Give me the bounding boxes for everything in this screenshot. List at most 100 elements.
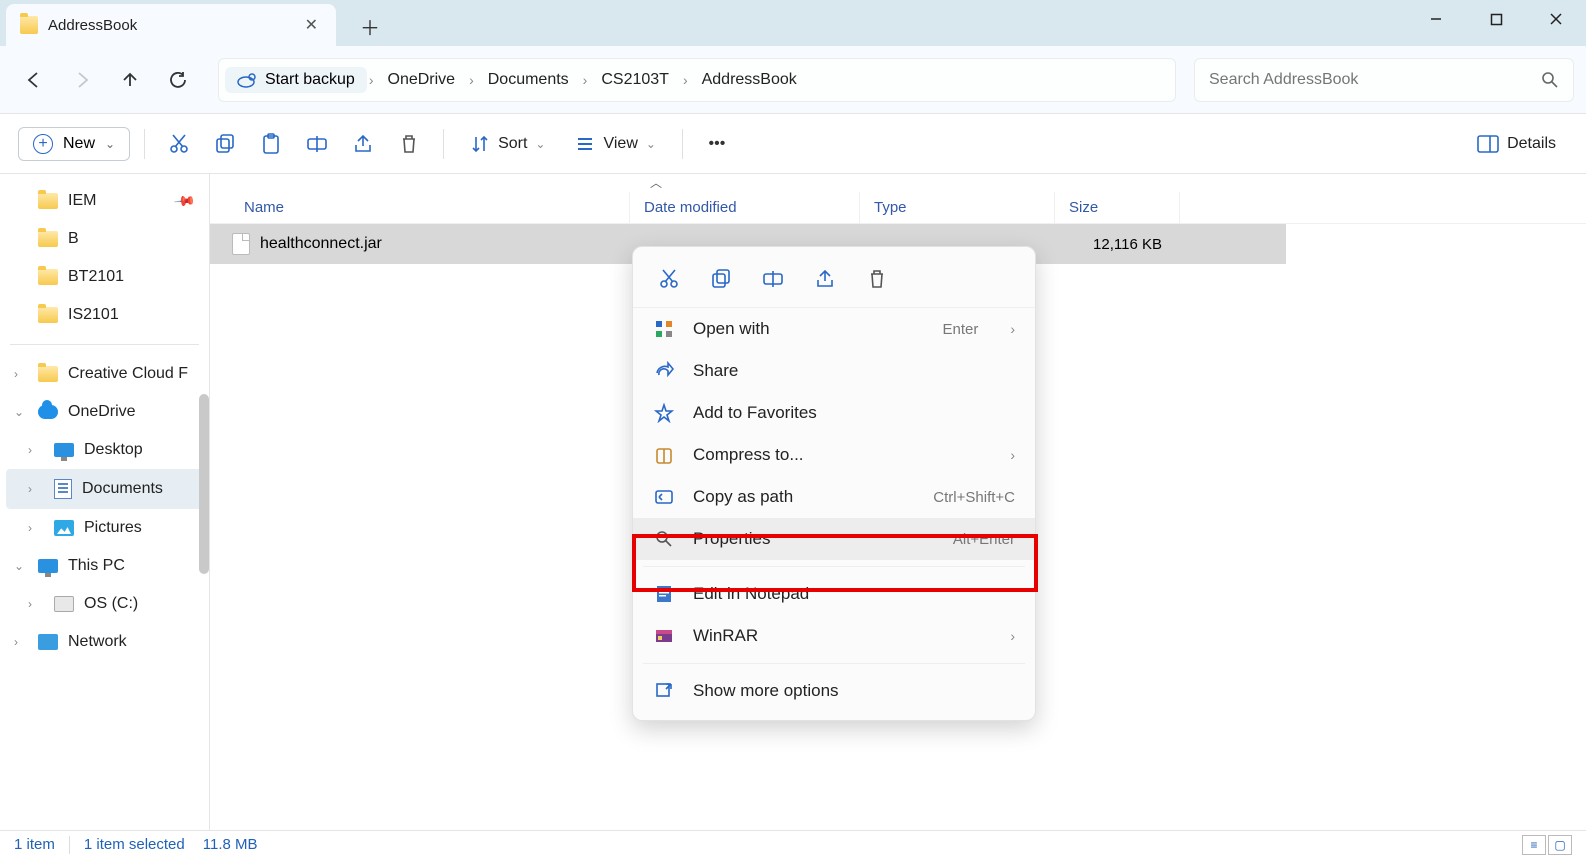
more-button[interactable]: ••• (697, 124, 737, 164)
chevron-right-icon[interactable]: › (581, 72, 590, 88)
ctx-open-with[interactable]: Open with Enter › (633, 308, 1035, 350)
refresh-button[interactable] (156, 58, 200, 102)
maximize-button[interactable] (1466, 0, 1526, 38)
ctx-favorites[interactable]: Add to Favorites (633, 392, 1035, 434)
share-button[interactable] (343, 124, 383, 164)
rename-button[interactable] (297, 124, 337, 164)
view-label: View (603, 135, 637, 153)
sidebar: IEM📌 B BT2101 IS2101 ›Creative Cloud F ⌄… (0, 174, 210, 830)
ctx-label: Show more options (693, 681, 839, 701)
sidebar-item-pictures[interactable]: ›Pictures (0, 509, 209, 547)
column-header-size[interactable]: Size (1055, 192, 1180, 223)
backup-label: Start backup (265, 71, 355, 89)
tab-title: AddressBook (48, 17, 137, 34)
breadcrumb-bar[interactable]: Start backup › OneDrive › Documents › CS… (218, 58, 1176, 102)
close-tab-button[interactable]: ✕ (301, 11, 322, 39)
delete-button[interactable] (389, 124, 429, 164)
sidebar-item-is2101[interactable]: IS2101 (0, 296, 209, 334)
toolbar-divider (682, 129, 683, 159)
breadcrumb-item[interactable]: AddressBook (690, 71, 809, 89)
ctx-properties[interactable]: Properties Alt+Enter (633, 518, 1035, 560)
folder-icon (38, 307, 58, 323)
sidebar-item-b[interactable]: B (0, 220, 209, 258)
view-button[interactable]: View ⌄ (563, 128, 667, 160)
ctx-copy-button[interactable] (707, 265, 735, 293)
back-button[interactable] (12, 58, 56, 102)
view-list-button[interactable]: ≡ (1522, 835, 1546, 855)
up-button[interactable] (108, 58, 152, 102)
sort-indicator-icon: ︿ (650, 174, 662, 191)
sidebar-item-bt2101[interactable]: BT2101 (0, 258, 209, 296)
copy-button[interactable] (205, 124, 245, 164)
chevron-down-icon[interactable]: ⌄ (14, 559, 24, 573)
sidebar-item-os-c[interactable]: ›OS (C:) (0, 585, 209, 623)
ctx-share-button[interactable] (811, 265, 839, 293)
ctx-winrar[interactable]: WinRAR › (633, 615, 1035, 657)
breadcrumb-item[interactable]: Documents (476, 71, 581, 89)
details-label: Details (1507, 135, 1556, 153)
sidebar-item-desktop[interactable]: › Desktop (0, 431, 209, 469)
file-name: healthconnect.jar (260, 235, 382, 253)
start-backup-button[interactable]: Start backup (225, 67, 367, 93)
forward-button[interactable] (60, 58, 104, 102)
chevron-right-icon[interactable]: › (28, 521, 32, 535)
new-label: New (63, 135, 95, 153)
ctx-delete-button[interactable] (863, 265, 891, 293)
cut-button[interactable] (159, 124, 199, 164)
ctx-share[interactable]: Share (633, 350, 1035, 392)
new-tab-button[interactable]: ＋ (350, 6, 390, 46)
sort-icon (470, 134, 490, 154)
window-tab[interactable]: AddressBook ✕ (6, 4, 336, 46)
sidebar-item-label: IS2101 (68, 306, 119, 324)
sidebar-item-iem[interactable]: IEM📌 (0, 182, 209, 220)
search-icon[interactable] (1541, 71, 1559, 89)
search-input[interactable] (1209, 71, 1541, 89)
chevron-right-icon[interactable]: › (14, 635, 18, 649)
breadcrumb-item[interactable]: OneDrive (376, 71, 468, 89)
ctx-more-options[interactable]: Show more options (633, 670, 1035, 712)
sidebar-item-this-pc[interactable]: ⌄This PC (0, 547, 209, 585)
column-header-date[interactable]: Date modified (630, 192, 860, 223)
new-button[interactable]: + New ⌄ (18, 127, 130, 161)
chevron-right-icon[interactable]: › (14, 367, 18, 381)
share-arrow-icon (653, 360, 675, 382)
sidebar-item-label: B (68, 230, 79, 248)
chevron-down-icon[interactable]: ⌄ (14, 405, 24, 419)
sidebar-scrollbar[interactable] (199, 394, 209, 574)
column-header-type[interactable]: Type (860, 192, 1055, 223)
pictures-icon (54, 520, 74, 536)
chevron-right-icon[interactable]: › (28, 597, 32, 611)
close-window-button[interactable] (1526, 0, 1586, 38)
chevron-right-icon[interactable]: › (681, 72, 690, 88)
chevron-right-icon: › (1010, 447, 1015, 463)
sidebar-divider (10, 344, 199, 345)
chevron-right-icon[interactable]: › (28, 482, 32, 496)
sidebar-item-documents[interactable]: ›Documents (6, 469, 203, 509)
compress-icon (653, 444, 675, 466)
network-icon (38, 634, 58, 650)
chevron-right-icon[interactable]: › (467, 72, 476, 88)
sidebar-item-creative-cloud[interactable]: ›Creative Cloud F (0, 355, 209, 393)
ctx-notepad[interactable]: Edit in Notepad (633, 573, 1035, 615)
sidebar-item-network[interactable]: ›Network (0, 623, 209, 661)
cloud-sync-icon (237, 71, 257, 89)
breadcrumb-item[interactable]: CS2103T (589, 71, 681, 89)
minimize-button[interactable] (1406, 0, 1466, 38)
sidebar-item-label: Desktop (84, 441, 143, 459)
ctx-cut-button[interactable] (655, 265, 683, 293)
sort-button[interactable]: Sort ⌄ (458, 128, 557, 160)
chevron-right-icon[interactable]: › (367, 72, 376, 88)
column-header-name[interactable]: Name (210, 192, 630, 223)
ctx-label: Compress to... (693, 445, 804, 465)
details-pane-button[interactable]: Details (1465, 129, 1568, 159)
sidebar-item-onedrive[interactable]: ⌄OneDrive (0, 393, 209, 431)
paste-button[interactable] (251, 124, 291, 164)
ctx-copy-path[interactable]: Copy as path Ctrl+Shift+C (633, 476, 1035, 518)
view-grid-button[interactable]: ▢ (1548, 835, 1572, 855)
ctx-compress[interactable]: Compress to... › (633, 434, 1035, 476)
file-size: 12,116 KB (1055, 236, 1180, 253)
chevron-down-icon: ⌄ (105, 137, 115, 151)
ctx-rename-button[interactable] (759, 265, 787, 293)
chevron-right-icon[interactable]: › (28, 443, 32, 457)
search-box[interactable] (1194, 58, 1574, 102)
